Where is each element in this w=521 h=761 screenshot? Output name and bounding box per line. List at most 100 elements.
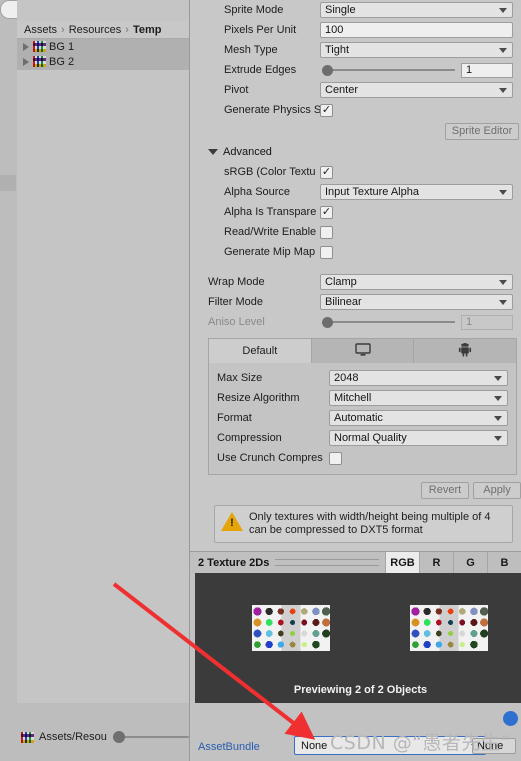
- filter-mode-popup[interactable]: Bilinear: [320, 294, 513, 310]
- chevron-down-icon: [494, 436, 502, 441]
- tab-android[interactable]: [414, 339, 517, 363]
- read-write-enabled-checkbox[interactable]: ✓: [320, 225, 333, 239]
- breadcrumb-item-current[interactable]: Temp: [133, 24, 162, 36]
- field-label: Resize Algorithm: [217, 392, 300, 404]
- chevron-down-icon: [494, 396, 502, 401]
- compression-popup[interactable]: Normal Quality: [329, 430, 508, 446]
- platform-settings-box: Default Max Size 2048 Resize Algorithm M…: [208, 338, 517, 475]
- revert-button[interactable]: Revert: [421, 481, 469, 499]
- field-label: Generate Physics S: [224, 104, 320, 116]
- field-generate-mip-maps: Generate Mip Map ✓: [200, 242, 521, 262]
- aniso-level-slider[interactable]: [320, 316, 455, 328]
- chevron-down-icon: [499, 300, 507, 305]
- pivot-popup[interactable]: Center: [320, 82, 513, 98]
- standalone-monitor-icon: [354, 342, 371, 360]
- breadcrumb-separator-icon: ›: [125, 23, 129, 36]
- generate-mip-maps-checkbox[interactable]: ✓: [320, 245, 333, 259]
- field-srgb: sRGB (Color Textu ✓: [200, 162, 521, 182]
- chevron-right-icon[interactable]: [23, 42, 29, 51]
- chevron-down-icon: [208, 149, 218, 155]
- texture2d-icon: [33, 41, 46, 52]
- panel-tab-stub[interactable]: [0, 175, 16, 191]
- extrude-edges-value[interactable]: 1: [461, 62, 513, 78]
- field-aniso-level: Aniso Level 1: [200, 312, 521, 332]
- field-sprite-mode: Sprite Mode Single: [200, 0, 521, 20]
- field-alpha-source: Alpha Source Input Texture Alpha: [200, 182, 521, 202]
- field-label: Max Size: [217, 372, 263, 384]
- channel-tab-bar: RGB R G B: [385, 551, 521, 574]
- generate-physics-shape-checkbox[interactable]: ✓: [320, 103, 333, 117]
- list-item-label: BG 1: [49, 40, 75, 53]
- texture2d-icon: [33, 56, 46, 67]
- breadcrumb-item-resources[interactable]: Resources: [69, 24, 122, 36]
- advanced-foldout-label: Advanced: [223, 146, 272, 158]
- channel-tab-g[interactable]: G: [453, 551, 487, 574]
- channel-tab-rgb[interactable]: RGB: [385, 551, 419, 574]
- field-extrude-edges: Extrude Edges 1: [200, 60, 521, 80]
- slider-track: [324, 321, 455, 323]
- list-item[interactable]: BG 2: [17, 54, 189, 69]
- preview-header: 2 Texture 2Ds RGB R G B: [190, 551, 521, 574]
- slider-knob[interactable]: [322, 64, 333, 76]
- alpha-is-transparency-checkbox[interactable]: ✓: [320, 205, 333, 219]
- sprite-mode-popup[interactable]: Single: [320, 2, 513, 18]
- popup-value: Automatic: [334, 412, 383, 424]
- breadcrumb-item-assets[interactable]: Assets: [24, 24, 57, 36]
- tab-label: Default: [242, 345, 278, 357]
- csdn-watermark: CSDN @“愚者先生”: [330, 732, 511, 754]
- list-item[interactable]: BG 1: [17, 39, 189, 54]
- field-wrap-mode: Wrap Mode Clamp: [200, 272, 521, 292]
- aniso-level-value[interactable]: 1: [461, 314, 513, 330]
- channel-tab-b[interactable]: B: [487, 551, 521, 574]
- popup-value: Clamp: [325, 276, 357, 288]
- popup-value: Mitchell: [334, 392, 372, 404]
- field-pixels-per-unit: Pixels Per Unit 100: [200, 20, 521, 40]
- field-label: Aniso Level: [208, 316, 265, 328]
- chevron-down-icon: [494, 376, 502, 381]
- pixels-per-unit-input[interactable]: 100: [320, 22, 513, 38]
- srgb-checkbox[interactable]: ✓: [320, 165, 333, 179]
- max-size-popup[interactable]: 2048: [329, 370, 508, 386]
- channel-tab-r[interactable]: R: [419, 551, 453, 574]
- wrap-mode-popup[interactable]: Clamp: [320, 274, 513, 290]
- slider-knob[interactable]: [322, 316, 333, 328]
- resize-algorithm-popup[interactable]: Mitchell: [329, 390, 508, 406]
- field-label: Compression: [217, 432, 282, 444]
- warning-text: Only textures with width/height being mu…: [249, 511, 491, 536]
- popup-value: Normal Quality: [334, 432, 407, 444]
- sprite-editor-button[interactable]: Sprite Editor: [445, 122, 519, 140]
- asset-list-empty-area[interactable]: [17, 70, 189, 704]
- field-label: Alpha Source: [224, 186, 291, 198]
- chevron-right-icon[interactable]: [23, 57, 29, 66]
- preview-area[interactable]: Previewing 2 of 2 Objects: [190, 573, 521, 703]
- field-mesh-type: Mesh Type Tight: [200, 40, 521, 60]
- field-label: Read/Write Enable: [224, 226, 317, 238]
- warning-triangle-icon: [221, 512, 243, 531]
- advanced-foldout-header[interactable]: Advanced: [200, 142, 521, 162]
- chevron-down-icon: [499, 88, 507, 93]
- tab-default[interactable]: Default: [209, 339, 312, 363]
- thumbnail-zoom-slider[interactable]: [112, 731, 189, 743]
- popup-value: Tight: [325, 44, 350, 56]
- tab-standalone[interactable]: [311, 339, 415, 363]
- field-label: Pixels Per Unit: [224, 24, 297, 36]
- field-label: Use Crunch Compres: [217, 452, 323, 464]
- slider-knob[interactable]: [112, 731, 125, 743]
- asset-list: BG 1 BG 2: [17, 39, 189, 70]
- field-read-write-enabled: Read/Write Enable ✓: [200, 222, 521, 242]
- popup-value: 2048: [334, 372, 359, 384]
- popup-value: Bilinear: [325, 296, 362, 308]
- extrude-edges-slider[interactable]: [320, 64, 455, 76]
- format-popup[interactable]: Automatic: [329, 410, 508, 426]
- preview-drag-grip[interactable]: [275, 559, 379, 566]
- slider-track: [324, 69, 455, 71]
- field-max-size: Max Size 2048: [209, 368, 516, 388]
- use-crunch-compression-checkbox[interactable]: ✓: [329, 451, 342, 465]
- project-status-bar: Assets/Resou: [17, 703, 189, 761]
- inspector-scroll-area[interactable]: Sprite Mode Single Pixels Per Unit 100 M…: [190, 0, 521, 546]
- apply-button[interactable]: Apply: [473, 481, 521, 499]
- preview-sprite-thumbnail: [410, 605, 488, 651]
- chevron-down-icon: [494, 416, 502, 421]
- mesh-type-popup[interactable]: Tight: [320, 42, 513, 58]
- alpha-source-popup[interactable]: Input Texture Alpha: [320, 184, 513, 200]
